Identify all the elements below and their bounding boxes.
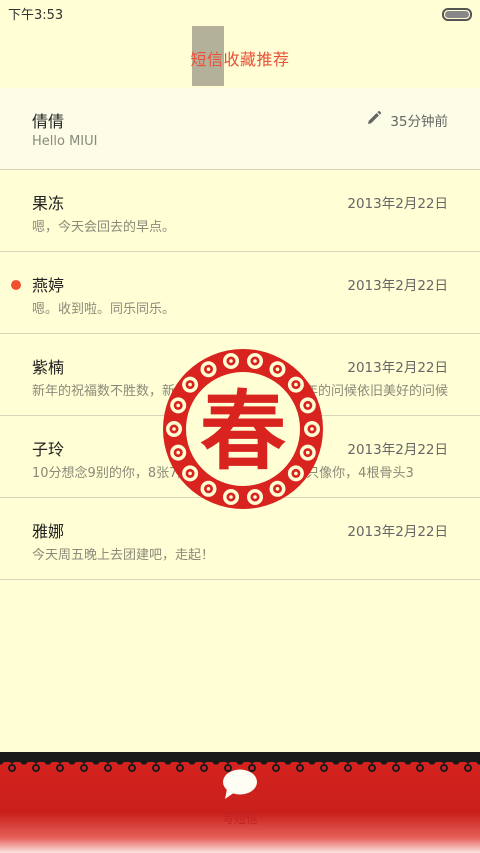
spring-festival-stamp-icon: 春 xyxy=(163,349,323,509)
contact-name: 倩倩 xyxy=(32,112,65,131)
compose-label: 写短信 xyxy=(221,812,258,826)
draft-pencil-icon xyxy=(368,110,382,124)
contact-name: 果冻 xyxy=(32,194,65,213)
message-date: 2013年2月22日 xyxy=(347,524,448,540)
speech-bubble-icon xyxy=(223,769,257,799)
conversation-row[interactable]: 倩倩 Hello MIUI 35分钟前 xyxy=(0,88,480,170)
contact-name: 子玲 xyxy=(32,440,65,459)
battery-icon xyxy=(442,8,472,21)
contact-name: 紫楠 xyxy=(32,358,65,377)
message-date: 35分钟前 xyxy=(390,114,448,130)
message-snippet: Hello MIUI xyxy=(32,134,98,149)
message-snippet: 嗯。收到啦。同乐同乐。 xyxy=(32,302,176,317)
conversation-row[interactable]: 雅娜 今天周五晚上去团建吧，走起！ 2013年2月22日 xyxy=(0,498,480,580)
stamp-character: 春 xyxy=(200,382,286,482)
contact-name: 燕婷 xyxy=(32,276,65,295)
header-title[interactable]: 短信收藏推荐 xyxy=(0,46,480,70)
bottom-bar: 写短信 xyxy=(0,752,480,853)
status-bar: 下午3:53 xyxy=(0,0,480,26)
message-date: 2013年2月22日 xyxy=(347,442,448,458)
compose-button[interactable]: 写短信 xyxy=(210,766,270,840)
conversation-row[interactable]: 燕婷 嗯。收到啦。同乐同乐。 2013年2月22日 xyxy=(0,252,480,334)
header: 短信收藏推荐 xyxy=(0,26,480,88)
conversation-row[interactable]: 果冻 嗯，今天会回去的早点。 2013年2月22日 xyxy=(0,170,480,252)
contact-name: 雅娜 xyxy=(32,522,65,541)
message-snippet: 嗯，今天会回去的早点。 xyxy=(32,220,176,235)
status-time: 下午3:53 xyxy=(8,8,64,23)
message-date: 2013年2月22日 xyxy=(347,278,448,294)
message-date: 2013年2月22日 xyxy=(347,360,448,376)
message-date: 2013年2月22日 xyxy=(347,196,448,212)
message-snippet: 今天周五晚上去团建吧，走起！ xyxy=(32,548,215,563)
unread-dot-icon xyxy=(11,280,21,290)
